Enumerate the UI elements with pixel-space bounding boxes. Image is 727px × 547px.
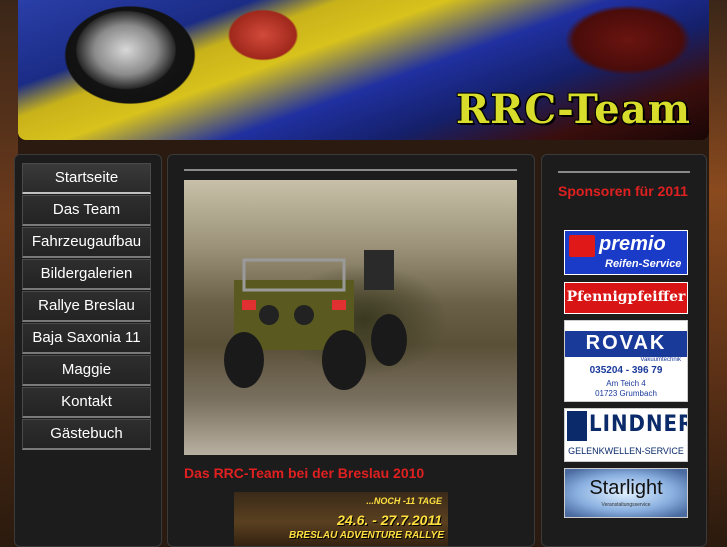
starlight-tagline: Veranstaltungsservice (601, 502, 651, 508)
page-background-right (709, 0, 727, 545)
teaser-countdown: ...NOCH -11 TAGE (366, 496, 442, 506)
nav-item-startseite[interactable]: Startseite (22, 163, 151, 194)
starlight-name: Starlight (589, 477, 663, 499)
sponsor-divider (558, 171, 690, 173)
rally-photo (184, 180, 517, 455)
teaser-event-name: BRESLAU ADVENTURE RALLYE (288, 530, 444, 541)
nav-item-gaestebuch[interactable]: Gästebuch (22, 419, 151, 450)
sponsor-lindner-logo[interactable]: LINDNER GELENKWELLEN-SERVICE (564, 408, 688, 462)
nav-item-fahrzeugaufbau[interactable]: Fahrzeugaufbau (22, 227, 151, 258)
navigation-panel: Startseite Das Team Fahrzeugaufbau Bilde… (14, 154, 162, 547)
premio-name: premio (599, 233, 666, 255)
jeep-illustration (224, 250, 407, 390)
nav-item-kontakt[interactable]: Kontakt (22, 387, 151, 418)
nav-item-das-team[interactable]: Das Team (22, 195, 151, 226)
teaser-dates: 24.6. - 27.7.2011 (337, 512, 442, 528)
rovak-subtitle: Vakuumtechnik (640, 357, 681, 363)
rally-teaser-banner[interactable]: ...NOCH -11 TAGE 24.6. - 27.7.2011 BRESL… (234, 492, 448, 546)
nav-item-baja-saxonia[interactable]: Baja Saxonia 11 (22, 323, 151, 354)
rovak-name: ROVAK (585, 332, 667, 354)
header-banner: RRC-Team (18, 0, 709, 140)
lindner-tagline: GELENKWELLEN-SERVICE (568, 446, 684, 456)
rovak-address-city: 01723 Grumbach (595, 389, 657, 398)
sponsor-panel: Sponsoren für 2011 premio Reifen-Service… (541, 154, 707, 547)
rovak-phone: 035204 - 396 79 (589, 365, 663, 376)
pfennigpfeiffer-name: Pfennigpfeiffer (566, 289, 686, 305)
premio-tagline: Reifen-Service (605, 258, 682, 270)
rovak-address-street: Am Teich 4 (606, 379, 646, 388)
main-content: Das RRC-Team bei der Breslau 2010 ...NOC… (167, 154, 535, 547)
nav-item-rallye-breslau[interactable]: Rallye Breslau (22, 291, 151, 322)
premio-mark-icon (569, 235, 595, 257)
lindner-name: LINDNER (589, 412, 688, 437)
nav-item-bildergalerien[interactable]: Bildergalerien (22, 259, 151, 290)
nav-item-maggie[interactable]: Maggie (22, 355, 151, 386)
photo-caption: Das RRC-Team bei der Breslau 2010 (184, 465, 425, 481)
sponsor-rovak-logo[interactable]: ROVAK Vakuumtechnik 035204 - 396 79 Am T… (564, 320, 688, 402)
main-divider (184, 169, 517, 171)
sponsor-premio-logo[interactable]: premio Reifen-Service (564, 230, 688, 275)
lindner-mark-icon (567, 411, 587, 441)
sponsor-heading: Sponsoren für 2011 (558, 183, 688, 199)
sponsor-starlight-logo[interactable]: Starlight Veranstaltungsservice (564, 468, 688, 518)
sponsor-pfennigpfeiffer-logo[interactable]: Pfennigpfeiffer (564, 282, 688, 314)
site-title: RRC-Team (455, 86, 691, 133)
